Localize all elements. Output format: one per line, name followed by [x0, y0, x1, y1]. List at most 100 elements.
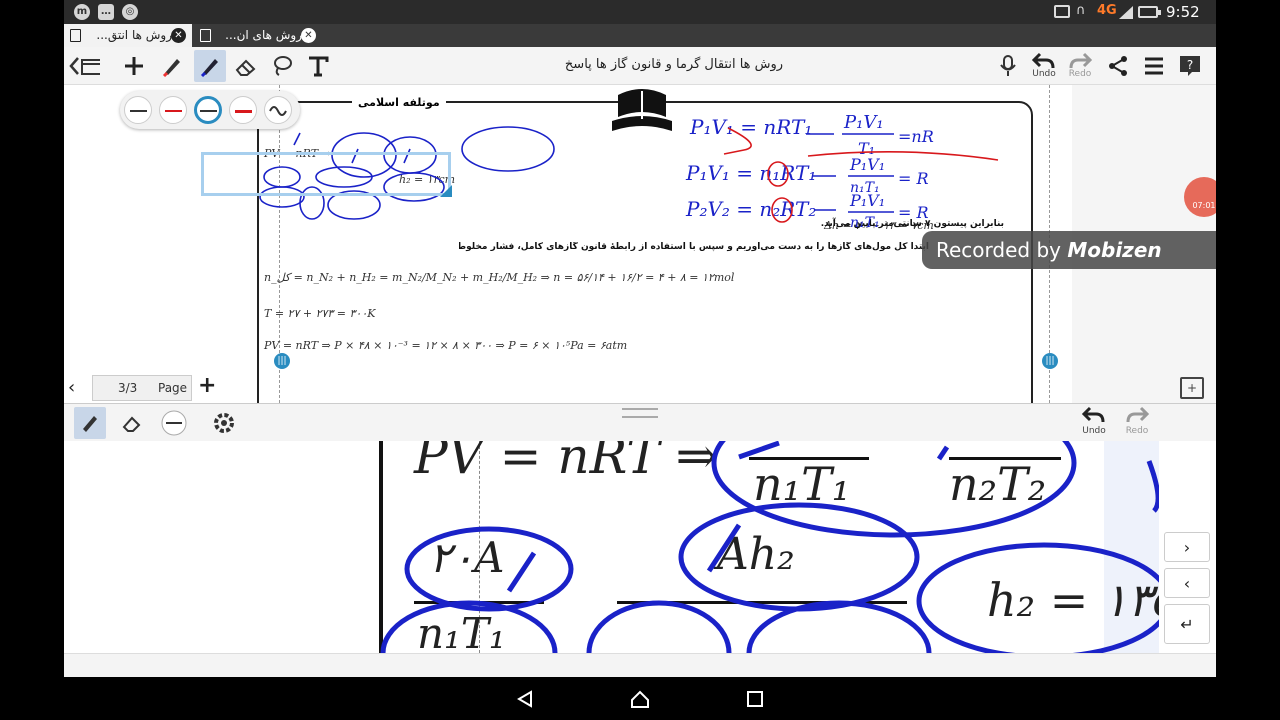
pen-style-wave[interactable]	[264, 96, 292, 124]
redo-icon	[1126, 406, 1149, 423]
gear-icon	[214, 413, 234, 433]
pen-tool[interactable]	[194, 50, 226, 82]
document-canvas[interactable]: موتلفه اسلامی PV = nRT ⇒ h₂ = ۱۳cm Δh = …	[64, 85, 1216, 403]
recents-button[interactable]	[743, 687, 767, 711]
battery-icon	[1138, 6, 1161, 18]
tab-document-2[interactable]: روش های ان... ✕	[194, 24, 322, 47]
undo-label: Undo	[1032, 69, 1056, 79]
document-tab-bar: روش ها انتق... ✕ روش های ان... ✕	[64, 24, 1216, 47]
close-icon[interactable]: ✕	[301, 28, 316, 43]
back-library-icon	[69, 57, 100, 75]
chrome-icon: ◎	[122, 4, 138, 20]
recorder-text: Recorded by Mobizen	[936, 238, 1162, 262]
left-margin-handle[interactable]: |||	[274, 353, 290, 369]
share-button[interactable]	[1102, 50, 1134, 82]
zoom-undo-label: Undo	[1082, 426, 1106, 436]
lasso-icon	[274, 56, 292, 76]
svg-text:?: ?	[1187, 58, 1193, 72]
home-button[interactable]	[628, 687, 652, 711]
document-icon	[70, 29, 81, 42]
back-library-button[interactable]	[68, 50, 100, 82]
equation-temperature: T = ۲۷ + ۲۷۳ = ۳۰۰K	[264, 307, 376, 320]
ink-annotations-right: P₁V₁ = nRT₁ P₁V₁ T₁ =nR P₁V₁ = n₁RT₁ P₁V…	[685, 112, 999, 230]
zoom-newline-button[interactable]: ↵	[1164, 604, 1210, 644]
equation-pressure: PV = nRT ⇒ P × ۴۸ × ۱۰⁻³ = ۱۲ × ۸ × ۳۰۰ …	[264, 339, 628, 352]
microphone-button[interactable]	[992, 50, 1024, 82]
help-button[interactable]: ?	[1174, 50, 1206, 82]
tab-label: روش های ان...	[225, 28, 302, 42]
undo-icon	[1032, 52, 1055, 69]
add-button[interactable]	[118, 50, 150, 82]
main-toolbar: روش ها انتقال گرما و قانون گاز ها پاسخ U…	[64, 47, 1216, 85]
pen-icon	[200, 59, 218, 77]
highlighter-tool[interactable]	[156, 50, 188, 82]
zoom-line-width[interactable]	[158, 407, 190, 439]
selection-resize-handle[interactable]	[440, 185, 452, 197]
sim-icon	[1054, 5, 1070, 18]
tab-label: روش ها انتق...	[96, 28, 172, 42]
page-number: 3/3	[118, 381, 138, 395]
prev-page-button[interactable]: ‹	[68, 377, 75, 398]
right-margin-handle[interactable]: |||	[1042, 353, 1058, 369]
pen-color-red[interactable]	[159, 96, 187, 124]
add-textbox-button[interactable]: +	[1180, 377, 1204, 399]
svg-text:n₁T₁: n₁T₁	[850, 215, 880, 230]
svg-text:= R: = R	[898, 169, 929, 188]
network-type: 4G	[1097, 3, 1117, 18]
svg-text:P₁V₁: P₁V₁	[849, 191, 885, 210]
add-page-button[interactable]: +	[198, 373, 216, 398]
zoom-toolbar: Undo Redo	[64, 403, 1216, 441]
status-bar: m … ◎ ∩ 4G 9:52 PM	[64, 0, 1216, 39]
zoom-eraser-tool[interactable]	[116, 407, 148, 439]
zoom-pen-tool[interactable]	[74, 407, 106, 439]
selection-box[interactable]	[201, 152, 451, 196]
menu-button[interactable]	[1138, 50, 1170, 82]
svg-text:P₁V₁ = n₁RT₁: P₁V₁ = n₁RT₁	[685, 161, 816, 185]
share-icon	[1109, 56, 1127, 76]
text-line-2: ابتدا کل مول‌های گازها را به دست می‌آوری…	[459, 242, 929, 252]
document-title: روش ها انتقال گرما و قانون گاز ها پاسخ	[564, 57, 784, 72]
zoom-redo-label: Redo	[1125, 426, 1149, 436]
pen-color-black[interactable]	[124, 96, 152, 124]
wave-icon	[269, 106, 287, 116]
lasso-tool[interactable]	[266, 50, 298, 82]
equation-moles: n_کل = n_N₂ + n_H₂ = m_N₂/M_N₂ + m_H₂/M_…	[264, 271, 735, 284]
frame-label: موتلفه اسلامی	[352, 96, 446, 109]
zoom-settings-button[interactable]	[208, 407, 240, 439]
eraser-tool[interactable]	[230, 50, 262, 82]
help-icon: ?	[1180, 56, 1200, 76]
menu-icon	[1145, 57, 1163, 75]
android-nav-bar	[64, 677, 1216, 720]
svg-text:P₁V₁ = nRT₁: P₁V₁ = nRT₁	[689, 115, 812, 139]
pen-icon	[83, 416, 97, 432]
recorder-logo: Mobizen	[1067, 238, 1162, 262]
text-tool[interactable]	[302, 50, 334, 82]
zoom-prev-button[interactable]: ‹	[1164, 568, 1210, 598]
close-icon[interactable]: ✕	[171, 28, 186, 43]
signal-icon	[1119, 6, 1133, 19]
zoom-ink	[380, 441, 1159, 653]
redo-icon	[1069, 52, 1092, 69]
bottom-strip	[64, 653, 1216, 677]
svg-text:=nR: =nR	[898, 127, 934, 146]
plus-icon	[125, 57, 143, 75]
redo-label: Redo	[1068, 69, 1092, 79]
undo-icon	[1082, 406, 1105, 423]
recorder-bubble[interactable]: 07:01	[1184, 177, 1216, 217]
pen-color-red-thick[interactable]	[229, 96, 257, 124]
home-icon	[631, 690, 649, 708]
eraser-icon	[122, 416, 141, 432]
microphone-icon	[1000, 55, 1016, 76]
zoom-drag-handle[interactable]	[622, 408, 658, 418]
screen: m … ◎ ∩ 4G 9:52 PM روش ها انتق... ✕ روش …	[64, 0, 1216, 720]
back-button[interactable]	[513, 687, 537, 711]
tab-document-1[interactable]: روش ها انتق... ✕	[64, 24, 192, 47]
line-width-icon	[161, 410, 187, 436]
zoom-writing-area[interactable]: PV = nRT ⇒ n₁T₁ n₂T₂ ۲۰A Ah₂ h₂ = ۱۳cm n…	[139, 441, 1159, 653]
svg-text:P₂V₂ = n₂RT₂: P₂V₂ = n₂RT₂	[685, 197, 816, 221]
zoom-next-button[interactable]: ›	[1164, 532, 1210, 562]
mobizen-status-icon: m	[74, 4, 90, 20]
message-icon: …	[98, 4, 114, 20]
recorder-banner: Recorded by Mobizen	[922, 231, 1216, 269]
pen-color-selected[interactable]	[194, 96, 222, 124]
